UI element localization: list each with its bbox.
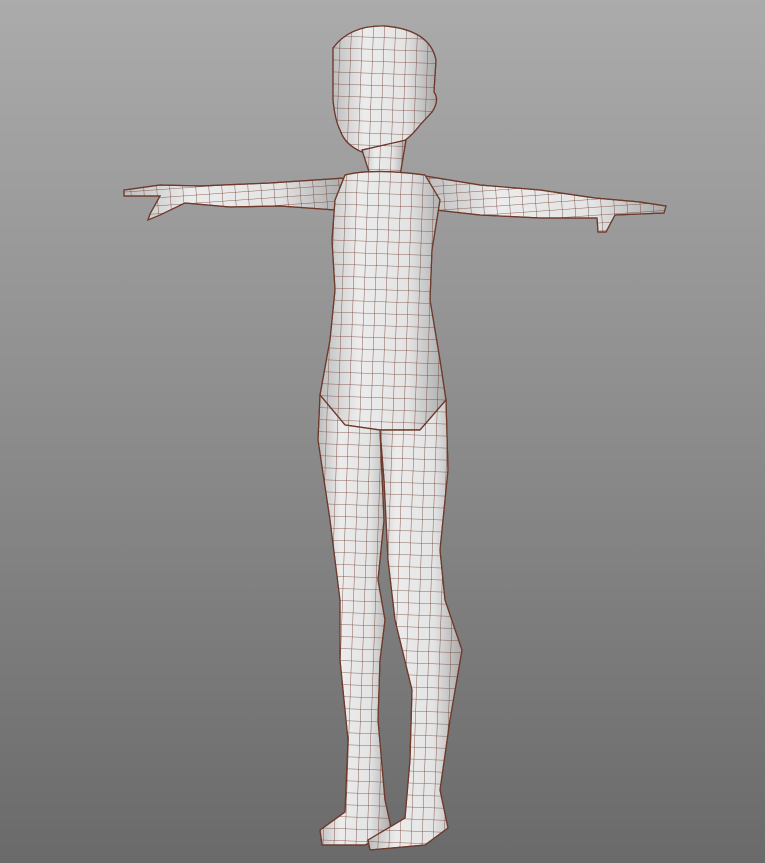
body-parts bbox=[123, 25, 667, 851]
3d-viewport[interactable] bbox=[0, 0, 765, 863]
character-mesh bbox=[123, 25, 667, 851]
